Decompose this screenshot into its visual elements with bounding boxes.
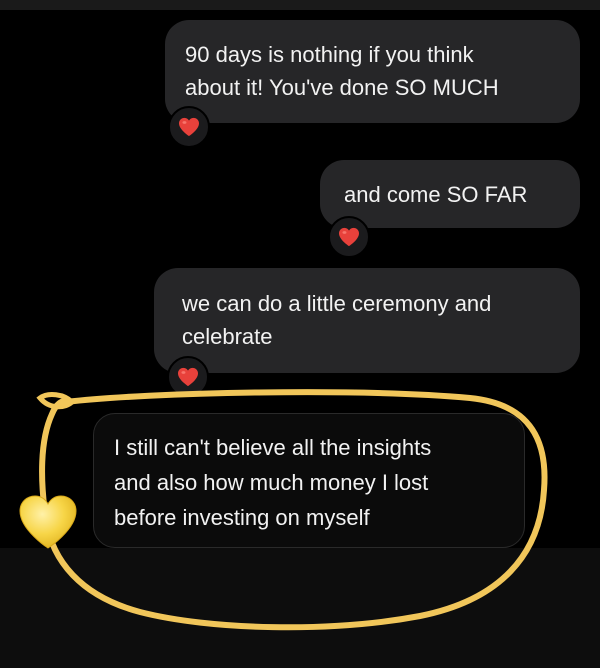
message-text: I still can't believe all the insights a… (114, 435, 432, 530)
message-text: we can do a little ceremony and celebrat… (182, 291, 492, 349)
message-bubble[interactable]: we can do a little ceremony and celebrat… (154, 268, 580, 373)
reaction-badge[interactable] (168, 106, 210, 148)
red-heart-icon (178, 367, 198, 387)
composer-area (0, 548, 600, 668)
top-strip (0, 0, 600, 10)
message-text: 90 days is nothing if you think about it… (185, 42, 499, 100)
message-text: and come SO FAR (344, 182, 528, 207)
message-bubble[interactable]: 90 days is nothing if you think about it… (165, 20, 580, 123)
reaction-badge[interactable] (328, 216, 370, 258)
reaction-badge[interactable] (167, 356, 209, 398)
yellow-heart-icon (19, 495, 77, 549)
red-heart-icon (339, 227, 359, 247)
red-heart-icon (179, 117, 199, 137)
highlighted-message-bubble[interactable]: I still can't believe all the insights a… (93, 413, 525, 548)
